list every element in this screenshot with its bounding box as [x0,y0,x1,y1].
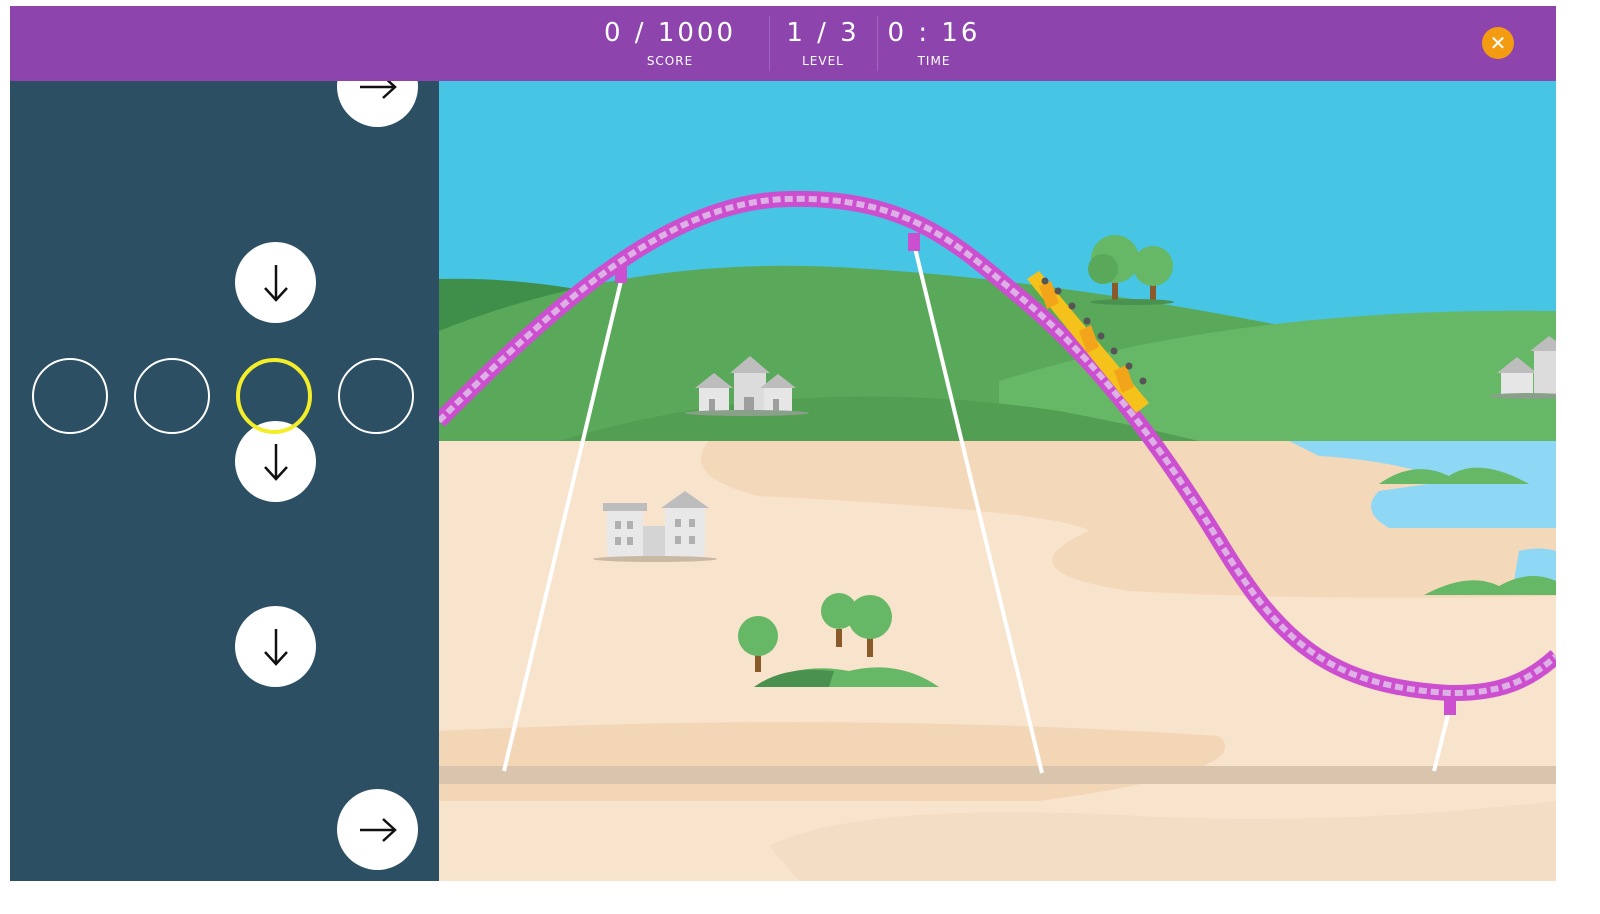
time-value: 0 : 16 [887,18,981,48]
time-label: TIME [917,54,951,68]
game-frame: 0 / 1000 SCORE 1 / 3 LEVEL 0 : 16 TIME ✕ [10,6,1556,881]
arrow-down-icon [263,264,288,302]
arrow-down-icon [263,443,288,481]
arrow-right-icon [359,81,397,99]
time-display: 0 : 16 TIME [878,6,990,81]
close-button[interactable]: ✕ [1482,27,1514,59]
command-slot-active[interactable] [236,358,312,434]
level-display: 1 / 3 LEVEL [770,6,876,81]
command-slot[interactable] [338,358,414,434]
arrow-down-button[interactable] [235,242,316,323]
command-slot[interactable] [32,358,108,434]
arrow-down-icon [263,628,288,666]
level-value: 1 / 3 [786,18,860,48]
arrow-right-button[interactable] [337,81,418,127]
arrow-right-button[interactable] [337,789,418,870]
command-slot[interactable] [134,358,210,434]
level-label: LEVEL [802,54,844,68]
top-bar: 0 / 1000 SCORE 1 / 3 LEVEL 0 : 16 TIME ✕ [10,6,1556,81]
score-display: 0 / 1000 SCORE [590,6,750,81]
sand-patch [439,722,1226,801]
game-scene [439,81,1556,881]
landscape [439,81,1556,881]
arrow-down-button[interactable] [235,606,316,687]
command-panel [10,81,439,881]
score-label: SCORE [646,54,694,68]
arrow-right-icon [359,817,397,842]
ground-strip [439,766,1556,784]
close-icon: ✕ [1489,31,1507,55]
score-value: 0 / 1000 [604,18,736,48]
